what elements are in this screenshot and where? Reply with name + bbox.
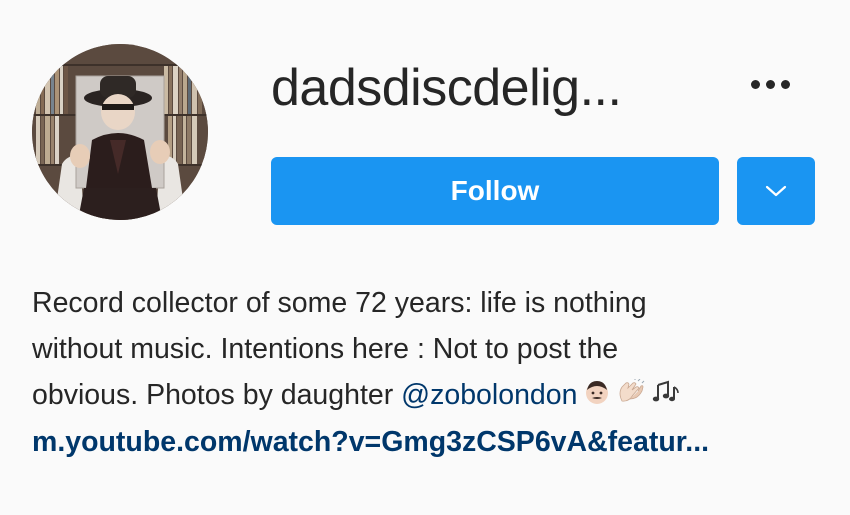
profile-bio: Record collector of some 72 years: life …: [32, 280, 832, 465]
chevron-down-icon: [765, 185, 787, 197]
bio-line: without music. Intentions here : Not to …: [32, 333, 619, 365]
profile-avatar[interactable]: [32, 44, 208, 220]
more-horizontal-icon-dot: [750, 79, 760, 89]
music-notes-emoji-icon: [652, 373, 680, 419]
follow-button[interactable]: Follow: [271, 157, 719, 225]
suggested-accounts-dropdown-button[interactable]: [737, 157, 815, 225]
bio-text: obvious. Photos by daughter: [32, 379, 402, 411]
avatar-image: [32, 44, 208, 220]
bio-line: Record collector of some 72 years: life …: [32, 287, 647, 319]
profile-username: dadsdiscdelig...: [271, 59, 622, 117]
man-emoji-icon: [584, 373, 610, 419]
follow-button-label: Follow: [450, 175, 540, 206]
bio-line: obvious. Photos by daughter @zobolondon: [32, 372, 832, 419]
bio-external-link[interactable]: m.youtube.com/watch?v=Gmg3zCSP6vA&featur…: [32, 419, 832, 465]
more-horizontal-icon-dot: [780, 79, 790, 89]
mention-link[interactable]: @zobolondon: [401, 379, 577, 411]
clapping-hands-emoji-icon: [616, 373, 646, 419]
more-options-button[interactable]: [740, 66, 800, 102]
more-horizontal-icon-dot: [765, 79, 775, 89]
